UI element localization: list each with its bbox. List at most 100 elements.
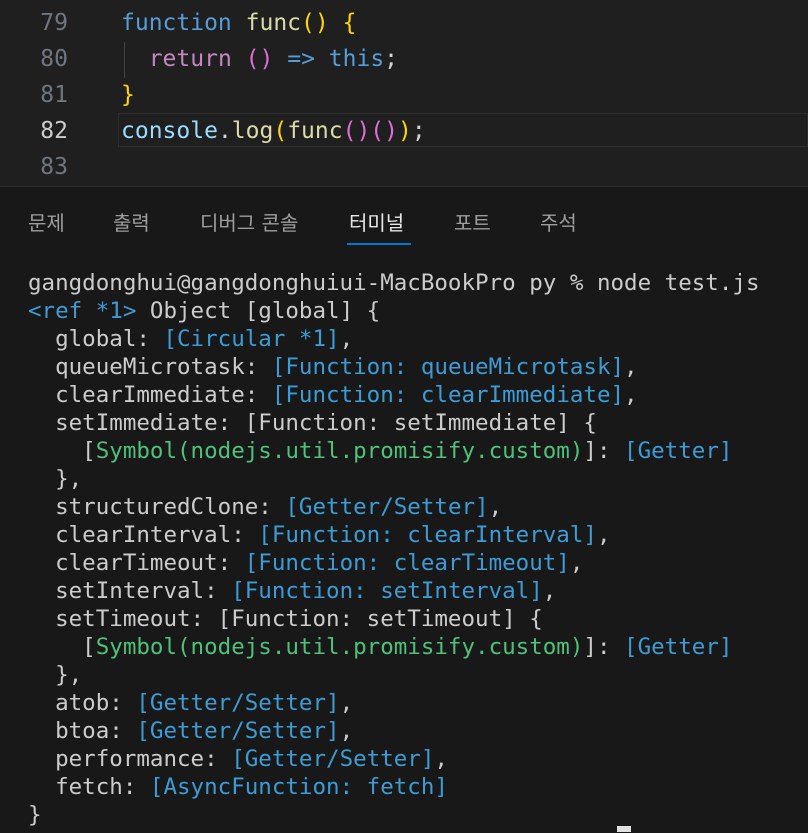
terminal-line: [Symbol(nodejs.util.promisify.custom)]: … [28,437,760,465]
code-text: console.log(func()()); [121,113,426,149]
terminal-token: }, [28,466,83,492]
terminal-token: gangdonghui@gangdonghuiui-MacBookPro py … [28,270,760,296]
terminal-token: structuredClone: [28,494,286,520]
terminal-output[interactable]: gangdonghui@gangdonghuiui-MacBookPro py … [28,269,760,829]
terminal-token: [Function: clearInterval] [258,522,597,548]
active-tab-indicator [347,243,411,245]
terminal-token: ]: [583,438,625,464]
terminal-token: , [434,746,448,772]
code-token: func [245,10,302,36]
terminal-token: [AsyncFunction: fetch] [149,774,448,800]
code-token: function [121,10,232,36]
line-number: 80 [40,46,68,72]
terminal-token: [ [28,438,96,464]
code-text: return () => this; [121,41,398,77]
line-number: 83 [40,154,68,180]
code-token: () [370,118,398,144]
panel-tabs: 문제 출력 디버그 콘솔 터미널 포트 주석 [0,187,808,251]
code-line[interactable]: 80 return () => this; [0,41,808,77]
code-token: ) [398,118,412,144]
terminal-token: , [596,522,611,548]
terminal-token: , [339,690,354,716]
terminal-token: clearInterval: [28,522,259,548]
terminal-line: fetch: [AsyncFunction: fetch] [28,773,760,801]
terminal-line: setTimeout: [Function: setTimeout] { [28,605,760,633]
code-token: func [287,118,343,144]
tab-terminal[interactable]: 터미널 [349,207,404,236]
terminal-line: global: [Circular *1], [28,325,760,353]
terminal-token: }, [28,662,83,688]
terminal-token: ]: [583,634,625,660]
terminal-line: [Symbol(nodejs.util.promisify.custom)]: … [28,633,760,661]
code-token: () [342,118,371,144]
code-token: console [121,118,218,144]
terminal-token: , [569,550,584,576]
terminal-token: atob: [28,690,137,716]
terminal-line: structuredClone: [Getter/Setter], [28,493,760,521]
terminal-token: [Getter/Setter] [136,718,340,744]
code-token: . [217,118,232,144]
terminal-token: queueMicrotask: [28,354,272,380]
terminal-token: [Function: clearTimeout] [244,550,570,576]
terminal-token: global: [28,326,164,352]
tab-problems[interactable]: 문제 [28,207,65,236]
code-token: } [121,82,135,108]
line-number: 82 [40,118,68,144]
terminal-token: [Circular *1] [163,326,340,352]
terminal-token: [ [28,634,96,660]
terminal-token: setTimeout: [Function: setTimeout] { [28,606,543,632]
terminal-line: clearTimeout: [Function: clearTimeout], [28,549,760,577]
terminal-token: [Function: clearImmediate] [271,382,625,408]
tab-ports[interactable]: 포트 [454,207,491,236]
terminal-line: queueMicrotask: [Function: queueMicrotas… [28,353,760,381]
code-line[interactable]: 79 function func() { [0,5,808,41]
code-line[interactable]: 82 console.log(func()()); [0,113,808,149]
terminal-token: setImmediate: [Function: setImmediate] { [28,410,597,436]
code-token: { [342,10,357,36]
terminal-line: atob: [Getter/Setter], [28,689,760,717]
terminal-token: <ref *1> [28,298,137,324]
terminal-token: , [542,578,557,604]
code-text: function func() { [121,5,356,41]
tab-output[interactable]: 출력 [113,207,150,236]
terminal-token: , [339,326,354,352]
tab-debug-console[interactable]: 디버그 콘솔 [200,207,298,236]
bottom-panel: 문제 출력 디버그 콘솔 터미널 포트 주석 gangdonghui@gangd… [0,186,808,833]
code-token: log [231,118,274,144]
code-line[interactable]: 83 [0,149,808,185]
terminal-line: btoa: [Getter/Setter], [28,717,760,745]
code-token: ; [411,118,426,144]
terminal-token: clearTimeout: [28,550,245,576]
code-token: ; [384,46,399,72]
terminal-line: }, [28,661,760,689]
terminal-token: , [624,382,638,408]
terminal-line: performance: [Getter/Setter], [28,745,760,773]
terminal-token: [Getter/Setter] [136,690,340,716]
terminal-token: , [339,718,354,744]
terminal-token: [Function: setInterval] [231,578,543,604]
terminal-cursor [617,826,631,832]
terminal-line: clearInterval: [Function: clearInterval]… [28,521,760,549]
code-token: ( [273,118,288,144]
terminal-token: fetch: [28,774,150,800]
code-token: return [148,46,232,72]
terminal-token: Object [global] { [136,298,381,324]
terminal-line: setInterval: [Function: setInterval], [28,577,760,605]
terminal-line: } [28,801,760,829]
terminal-token: [Getter/Setter] [231,746,435,772]
terminal-token: } [28,802,42,828]
terminal-token: [Function: queueMicrotask] [271,354,625,380]
terminal-line: setImmediate: [Function: setImmediate] { [28,409,760,437]
terminal-line: <ref *1> Object [global] { [28,297,760,325]
code-text: } [121,77,135,113]
code-line[interactable]: 81} [0,77,808,113]
terminal-line: gangdonghui@gangdonghuiui-MacBookPro py … [28,269,760,297]
terminal-line: clearImmediate: [Function: clearImmediat… [28,381,760,409]
code-editor[interactable]: 79 function func() {80 return () => this;… [0,0,808,186]
tab-comments[interactable]: 주석 [540,207,577,236]
terminal-token: , [624,354,638,380]
